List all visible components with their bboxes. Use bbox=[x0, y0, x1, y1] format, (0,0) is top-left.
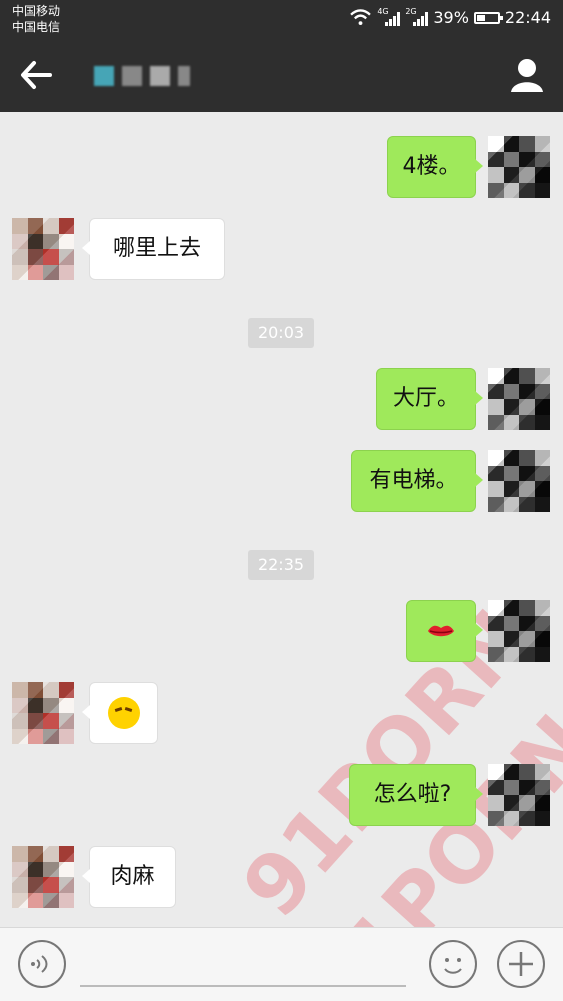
contact-avatar[interactable] bbox=[12, 846, 74, 908]
message-sent-4[interactable]: 怎么啦? bbox=[349, 764, 483, 826]
contact-avatar[interactable] bbox=[12, 218, 74, 280]
carrier-labels: 中国移动 中国电信 bbox=[12, 3, 60, 35]
message-received-1[interactable]: 哪里上去 bbox=[82, 218, 225, 280]
message-received-2[interactable]: 肉麻 bbox=[82, 846, 176, 908]
smirk-face-icon bbox=[107, 697, 140, 729]
message-sent-3[interactable]: 有电梯。 bbox=[351, 450, 483, 512]
my-avatar[interactable] bbox=[488, 764, 550, 826]
my-avatar[interactable] bbox=[488, 136, 550, 198]
back-arrow-icon[interactable] bbox=[16, 58, 60, 92]
voice-input-button[interactable] bbox=[18, 940, 66, 988]
message-sent-2[interactable]: 大厅。 bbox=[376, 368, 483, 430]
wifi-icon bbox=[350, 9, 372, 26]
my-avatar[interactable] bbox=[488, 368, 550, 430]
network-type-2g: 2G bbox=[405, 6, 417, 16]
status-bar: 中国移动 中国电信 4G 2G 39% 22:44 bbox=[0, 0, 563, 38]
message-input[interactable] bbox=[80, 985, 406, 987]
battery-icon bbox=[473, 11, 503, 24]
chat-conversation[interactable]: 91PORN 91PORN 4楼。 哪里上去 20:03 大厅。 有电梯。 22… bbox=[0, 112, 563, 927]
network-type-4g: 4G bbox=[377, 6, 389, 16]
chat-header bbox=[0, 38, 563, 112]
battery-fill bbox=[476, 14, 485, 21]
emoji-button[interactable] bbox=[429, 940, 477, 988]
contact-avatar[interactable] bbox=[12, 682, 74, 744]
message-sent-emoji[interactable] bbox=[406, 600, 483, 662]
message-sent-1[interactable]: 4楼。 bbox=[387, 136, 483, 198]
person-icon[interactable] bbox=[507, 56, 547, 96]
battery-percentage: 39% bbox=[433, 8, 469, 27]
timestamp-1: 20:03 bbox=[248, 318, 314, 348]
my-avatar[interactable] bbox=[488, 600, 550, 662]
carrier-2: 中国电信 bbox=[12, 20, 61, 34]
smile-icon bbox=[444, 958, 462, 974]
carrier-1: 中国移动 bbox=[12, 4, 61, 18]
lips-icon bbox=[428, 625, 454, 637]
signal-icon-2: 2G bbox=[405, 6, 429, 26]
signal-icon: 4G bbox=[377, 6, 401, 26]
my-avatar[interactable] bbox=[488, 450, 550, 512]
plus-icon bbox=[509, 952, 533, 976]
more-options-button[interactable] bbox=[497, 940, 545, 988]
voice-icon bbox=[31, 955, 48, 973]
status-indicators: 4G 2G 39% 22:44 bbox=[349, 6, 551, 27]
status-time: 22:44 bbox=[504, 8, 551, 27]
message-received-emoji[interactable] bbox=[82, 682, 158, 744]
contact-name-obscured bbox=[94, 62, 234, 90]
input-bar bbox=[0, 927, 563, 1001]
timestamp-2: 22:35 bbox=[248, 550, 314, 580]
